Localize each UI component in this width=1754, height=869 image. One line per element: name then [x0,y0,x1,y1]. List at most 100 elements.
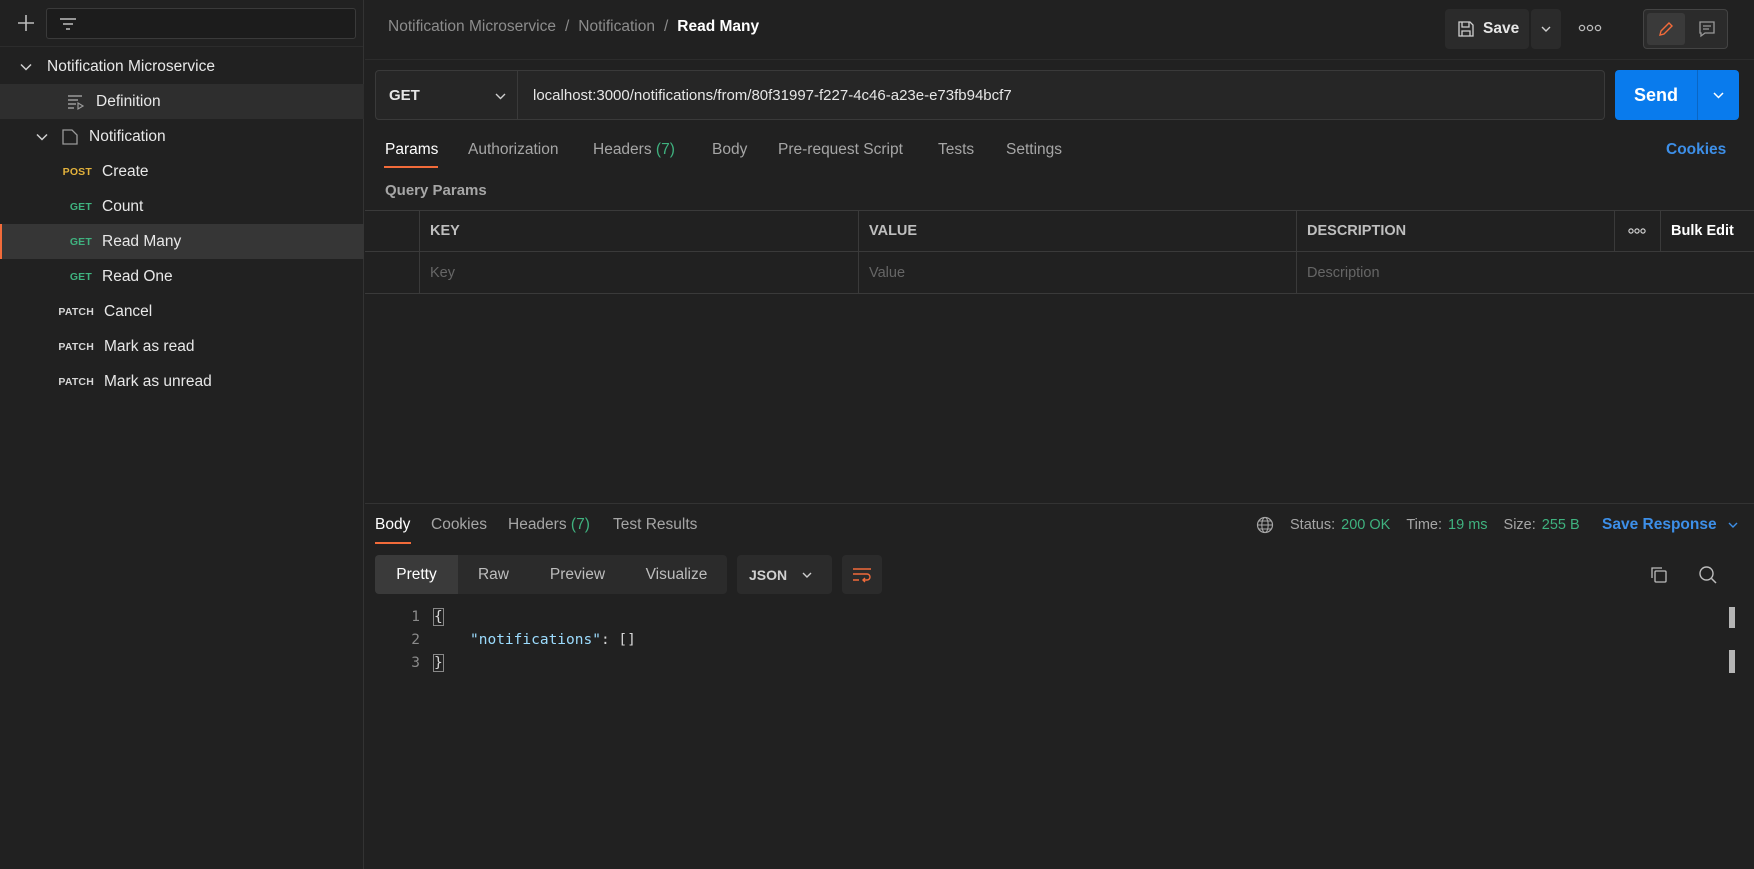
table-options-button[interactable] [1615,210,1661,252]
tab-pre-request-script[interactable]: Pre-request Script [778,141,903,159]
language-select[interactable]: JSON [737,555,832,594]
folder-label: Notification [89,127,166,145]
more-options-icon [1627,226,1647,236]
chevron-down-icon[interactable] [35,130,49,144]
response-tab-test-results[interactable]: Test Results [613,516,697,534]
save-response-button[interactable]: Save Response [1602,516,1739,534]
method-badge: GET [69,200,92,213]
tab-params[interactable]: Params [385,141,438,159]
copy-icon[interactable] [1649,565,1669,585]
time-value: 19 ms [1448,517,1488,533]
globe-icon[interactable] [1256,516,1274,534]
comment-icon [1698,20,1716,38]
sidebar-item-mark-as-unread[interactable]: PATCH Mark as unread [0,364,364,399]
folder-icon [61,128,79,146]
sidebar-item-read-one[interactable]: GET Read One [0,259,364,294]
sidebar-filter-input[interactable] [46,8,356,39]
format-pretty[interactable]: Pretty [375,555,458,594]
save-label: Save [1483,20,1520,37]
breadcrumb-folder[interactable]: Notification [578,18,655,36]
response-divider [365,503,1754,504]
save-button[interactable]: Save [1445,9,1529,49]
line-number: 1 [411,609,420,625]
description-input[interactable]: Description [1297,252,1754,294]
tab-headers-label: Headers [593,141,652,158]
collection-name: Notification Microservice [47,57,215,75]
tab-body[interactable]: Body [712,141,747,159]
response-tab-headers[interactable]: Headers (7) [508,516,590,534]
response-tab-cookies[interactable]: Cookies [431,516,487,534]
breadcrumb: Notification Microservice / Notification… [388,18,759,36]
format-raw[interactable]: Raw [458,555,529,594]
query-params-title: Query Params [385,182,487,199]
code-brace: } [433,654,444,672]
breadcrumb-current: Read Many [677,18,760,35]
save-response-label: Save Response [1602,516,1717,533]
send-options-chevron-icon[interactable] [1698,89,1739,102]
format-preview[interactable]: Preview [529,555,626,594]
sidebar-item-read-many[interactable]: GET Read Many [0,224,364,259]
size-label: Size: [1503,517,1536,533]
pencil-icon [1657,20,1675,38]
format-tabs: Pretty Raw Preview Visualize [375,555,727,594]
request-label: Cancel [104,302,153,320]
response-meta: Status: 200 OK Time: 19 ms Size: 255 B [1256,516,1580,534]
method-badge: PATCH [58,305,94,318]
save-options-button[interactable] [1531,9,1561,49]
request-label: Mark as unread [104,372,212,390]
active-tab-underline [384,166,438,168]
method-value: GET [389,86,420,104]
tab-settings[interactable]: Settings [1006,141,1062,159]
sidebar-item-cancel[interactable]: PATCH Cancel [0,294,364,329]
tab-headers[interactable]: Headers (7) [593,141,675,159]
scrollbar-marker[interactable] [1729,607,1735,628]
sidebar-item-create[interactable]: POST Create [0,154,364,189]
request-label: Read One [102,267,173,285]
sidebar-item-mark-as-read[interactable]: PATCH Mark as read [0,329,364,364]
chevron-down-icon[interactable] [19,60,33,74]
send-button[interactable]: Send [1615,70,1739,120]
send-label: Send [1633,84,1678,105]
method-badge: POST [62,165,92,178]
chevron-down-icon [1540,23,1552,35]
value-input[interactable]: Value [859,252,1297,294]
scrollbar-marker[interactable] [1729,650,1735,673]
sidebar-item-count[interactable]: GET Count [0,189,364,224]
collection-row[interactable]: Notification Microservice [0,49,364,84]
chevron-down-icon [801,569,813,581]
breadcrumb-collection[interactable]: Notification Microservice [388,18,556,36]
response-tab-body[interactable]: Body [375,516,410,534]
plus-icon[interactable] [16,13,36,33]
key-input[interactable]: Key [420,252,859,294]
table-header-check [365,210,420,252]
search-icon[interactable] [1698,565,1718,585]
tab-authorization[interactable]: Authorization [468,141,558,159]
comments-button[interactable] [1688,13,1726,45]
more-options-icon[interactable] [1577,22,1603,34]
breadcrumb-separator: / [663,18,669,35]
edit-mode-button[interactable] [1647,13,1685,45]
code-line: 3 } [390,654,444,672]
url-input[interactable]: localhost:3000/notifications/from/80f319… [518,70,1605,120]
tab-tests[interactable]: Tests [938,141,974,159]
request-label: Read Many [102,232,182,250]
time-label: Time: [1406,517,1443,533]
view-toggle [1643,9,1728,49]
sidebar-folder-notification[interactable]: Notification [0,119,364,154]
tab-headers-count: (7) [655,141,675,158]
request-label: Mark as read [104,337,195,355]
definition-icon [66,93,86,111]
table-header-value: VALUE [859,210,1297,252]
save-icon [1457,20,1475,38]
size-value: 255 B [1541,517,1580,533]
wrap-lines-icon [852,567,872,583]
bulk-edit-button[interactable]: Bulk Edit [1661,210,1754,252]
response-headers-count: (7) [570,516,590,533]
response-headers-label: Headers [508,516,567,533]
sidebar-item-definition[interactable]: Definition [0,84,364,119]
cookies-link[interactable]: Cookies [1666,141,1726,159]
method-select[interactable]: GET [375,70,518,120]
format-visualize[interactable]: Visualize [626,555,727,594]
url-value: localhost:3000/notifications/from/80f319… [533,86,1012,104]
wrap-lines-button[interactable] [842,555,882,594]
